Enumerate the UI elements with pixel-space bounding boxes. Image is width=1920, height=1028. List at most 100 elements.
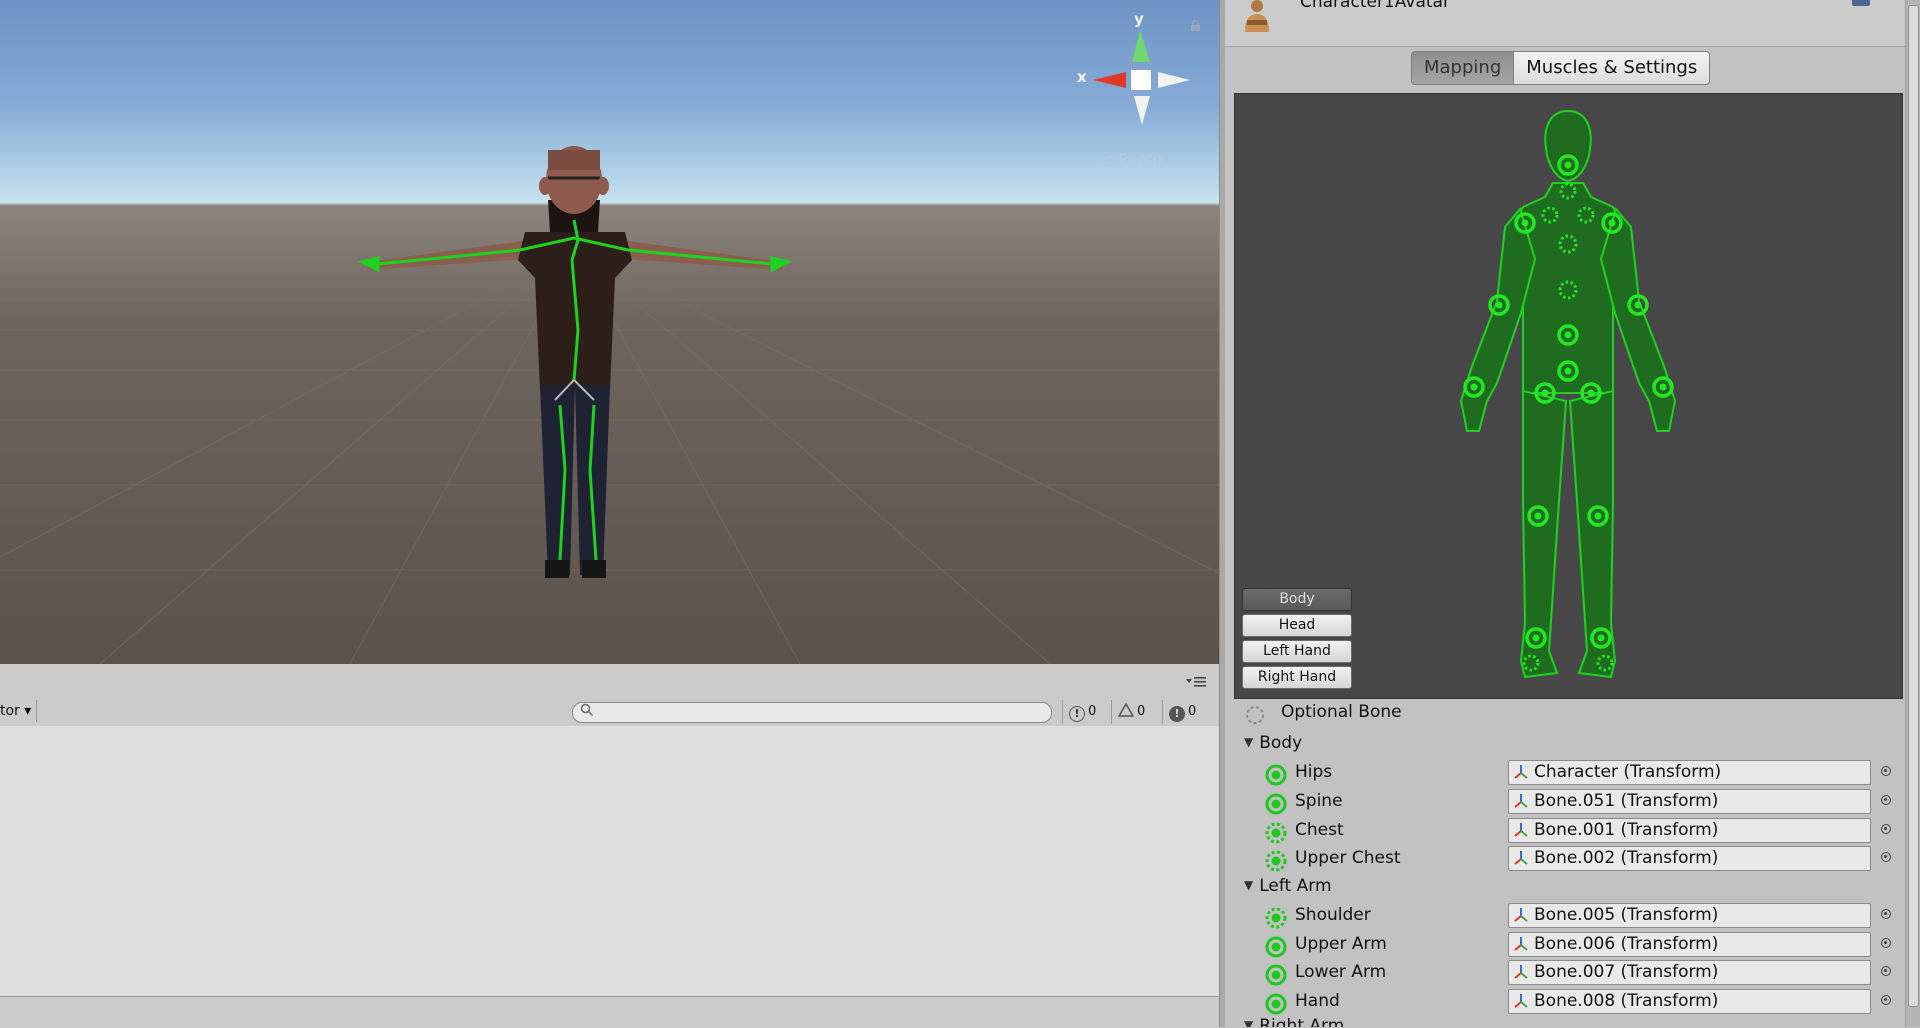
transform-icon — [1514, 965, 1528, 979]
warning-icon — [1117, 702, 1135, 719]
transform-icon — [1514, 937, 1528, 951]
bone-transform-field[interactable]: Bone.005 (Transform) — [1508, 903, 1871, 928]
lock-icon[interactable] — [1190, 20, 1201, 31]
expand-triangle-icon: ▼ — [1244, 1018, 1254, 1027]
help-icon[interactable] — [1852, 0, 1870, 6]
tab-muscles-settings[interactable]: Muscles & Settings — [1514, 51, 1711, 85]
bone-status-icon — [1265, 993, 1287, 1015]
avatar-asset-icon — [1243, 0, 1271, 32]
avatar-tabs: Mapping Muscles & Settings — [1411, 51, 1711, 85]
object-picker-icon[interactable] — [1881, 766, 1891, 776]
transform-icon — [1514, 851, 1528, 865]
projection-toggle[interactable]: < Persp — [1100, 150, 1162, 169]
console-header — [0, 664, 1219, 699]
bone-transform-value: Bone.006 (Transform) — [1534, 934, 1719, 954]
gizmo-y-label: y — [1134, 10, 1144, 28]
optional-bone-legend: Optional Bone — [1281, 702, 1402, 722]
bone-status-icon — [1265, 793, 1287, 815]
object-picker-icon[interactable] — [1881, 852, 1891, 862]
transform-icon — [1514, 823, 1528, 837]
console-log-area[interactable] — [0, 726, 1219, 996]
body-part-body-button[interactable]: Body — [1242, 588, 1352, 611]
bone-row-upper-chest: Upper Chest Bone.002 (Transform) — [1262, 846, 1902, 872]
bone-transform-value: Bone.002 (Transform) — [1534, 848, 1719, 868]
character-model — [357, 146, 793, 578]
bone-transform-field[interactable]: Character (Transform) — [1508, 760, 1871, 785]
bone-row-shoulder: Shoulder Bone.005 (Transform) — [1262, 903, 1902, 929]
info-count-toggle[interactable]: ! 0 — [1062, 700, 1096, 724]
bone-transform-value: Bone.008 (Transform) — [1534, 991, 1719, 1011]
object-picker-icon[interactable] — [1881, 795, 1891, 805]
bone-transform-field[interactable]: Bone.008 (Transform) — [1508, 989, 1871, 1014]
transform-icon — [1514, 994, 1528, 1008]
body-part-left-hand-button[interactable]: Left Hand — [1242, 640, 1352, 663]
scene-view[interactable]: y x < Persp — [0, 0, 1219, 664]
inspector-title: Character1Avatar — [1300, 0, 1450, 12]
bone-transform-field[interactable]: Bone.007 (Transform) — [1508, 960, 1871, 985]
head-shape — [1544, 109, 1592, 183]
optional-bone-status-icon — [1265, 822, 1287, 844]
bone-transform-value: Bone.051 (Transform) — [1534, 791, 1719, 811]
bone-status-icon — [1265, 964, 1287, 986]
error-icon: ! — [1169, 706, 1185, 722]
warning-count: 0 — [1137, 704, 1146, 719]
info-count: 0 — [1088, 704, 1097, 719]
gizmo-x-label: x — [1077, 68, 1087, 86]
bone-status-icon — [1265, 936, 1287, 958]
scene-canvas[interactable] — [0, 0, 1219, 664]
search-icon — [580, 703, 594, 721]
bone-row-hips: Hips Character (Transform) — [1262, 760, 1902, 786]
transform-icon — [1514, 908, 1528, 922]
transform-icon — [1514, 765, 1528, 779]
warning-count-toggle[interactable]: 0 — [1111, 700, 1145, 724]
bone-transform-field[interactable]: Bone.001 (Transform) — [1508, 818, 1871, 843]
bone-label: Lower Arm — [1295, 962, 1387, 982]
bone-transform-field[interactable]: Bone.006 (Transform) — [1508, 932, 1871, 957]
group-label: Right Arm — [1259, 1016, 1345, 1027]
body-part-right-hand-button[interactable]: Right Hand — [1242, 666, 1352, 689]
bone-label: Shoulder — [1295, 905, 1371, 925]
bone-transform-value: Bone.007 (Transform) — [1534, 962, 1719, 982]
group-body[interactable]: ▼ Body — [1244, 733, 1302, 753]
error-count-toggle[interactable]: ! 0 — [1162, 700, 1196, 724]
expand-triangle-icon: ▼ — [1244, 878, 1254, 892]
object-picker-icon[interactable] — [1881, 966, 1891, 976]
bone-row-spine: Spine Bone.051 (Transform) — [1262, 789, 1902, 815]
tab-mapping[interactable]: Mapping — [1411, 51, 1515, 85]
bone-label: Spine — [1295, 791, 1343, 811]
object-picker-icon[interactable] — [1881, 995, 1891, 1005]
console-filter-dropdown[interactable]: tor ▾ — [0, 700, 37, 722]
bone-label: Upper Chest — [1295, 848, 1401, 868]
group-right-arm[interactable]: ▼ Right Arm — [1244, 1016, 1344, 1027]
bone-status-icon — [1265, 764, 1287, 786]
optional-bone-status-icon — [1265, 850, 1287, 872]
bone-transform-field[interactable]: Bone.002 (Transform) — [1508, 846, 1871, 871]
info-icon: ! — [1069, 706, 1085, 722]
scene-gizmo[interactable] — [1093, 30, 1190, 125]
console-detail-area[interactable] — [0, 996, 1219, 1028]
menu-icon[interactable] — [1186, 676, 1208, 692]
scrollbar-thumb[interactable] — [1908, 5, 1919, 1007]
bone-label: Chest — [1295, 820, 1344, 840]
bone-transform-field[interactable]: Bone.051 (Transform) — [1508, 789, 1871, 814]
bone-label: Hips — [1295, 762, 1333, 782]
bone-label: Hand — [1295, 991, 1340, 1011]
optional-bone-icon — [1245, 705, 1264, 724]
bone-transform-value: Character (Transform) — [1534, 762, 1722, 782]
group-label: Left Arm — [1259, 876, 1332, 896]
body-part-head-button[interactable]: Head — [1242, 614, 1352, 637]
bone-row-hand: Hand Bone.008 (Transform) — [1262, 989, 1902, 1015]
object-picker-icon[interactable] — [1881, 909, 1891, 919]
object-picker-icon[interactable] — [1881, 824, 1891, 834]
object-picker-icon[interactable] — [1881, 938, 1891, 948]
group-left-arm[interactable]: ▼ Left Arm — [1244, 876, 1332, 896]
bone-transform-value: Bone.001 (Transform) — [1534, 820, 1719, 840]
group-label: Body — [1259, 733, 1303, 753]
transform-icon — [1514, 794, 1528, 808]
expand-triangle-icon: ▼ — [1244, 735, 1254, 749]
console-search-input[interactable] — [572, 702, 1052, 723]
bone-row-chest: Chest Bone.001 (Transform) — [1262, 818, 1902, 844]
bone-row-lower-arm: Lower Arm Bone.007 (Transform) — [1262, 960, 1902, 986]
bone-label: Upper Arm — [1295, 934, 1387, 954]
bone-row-upper-arm: Upper Arm Bone.006 (Transform) — [1262, 932, 1902, 958]
